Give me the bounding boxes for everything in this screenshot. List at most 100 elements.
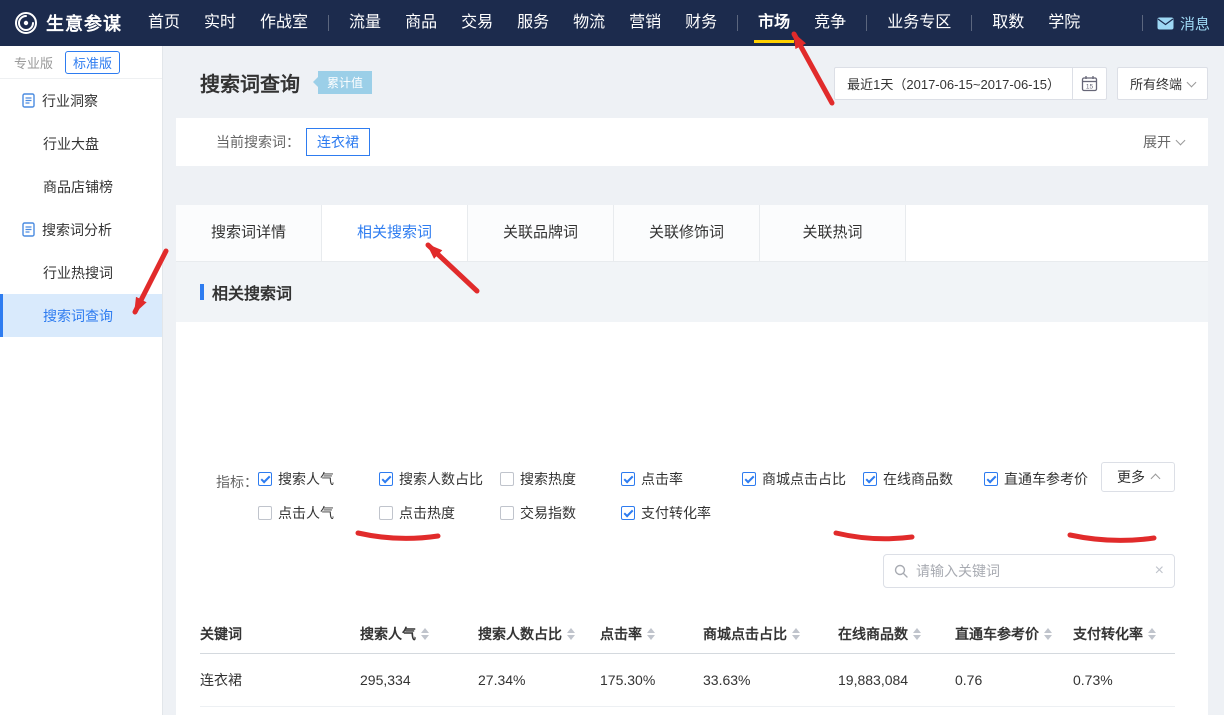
column-header-search-popularity[interactable]: 搜索人气 (360, 624, 478, 644)
column-label: 商城点击占比 (703, 624, 787, 644)
more-button[interactable]: 更多 (1101, 462, 1175, 492)
calendar-icon[interactable]: 15 (1072, 68, 1106, 99)
checkbox-search-popularity[interactable]: 搜索人气 (258, 469, 379, 489)
cell-mall-click-ratio: 33.63% (703, 672, 838, 688)
sidebar-item-industry-insight[interactable]: 行业洞察 (0, 79, 162, 122)
checkbox-icon[interactable] (379, 472, 393, 486)
checkbox-click-popularity[interactable]: 点击人气 (258, 503, 379, 523)
column-header-searcher-ratio[interactable]: 搜索人数占比 (478, 624, 600, 644)
version-tab-standard[interactable]: 标准版 (65, 51, 120, 74)
table-row: 连衣裙 295,334 27.34% 175.30% 33.63% 19,883… (200, 654, 1175, 707)
checkbox-icon[interactable] (742, 472, 756, 486)
checkbox-icon[interactable] (258, 506, 272, 520)
checkbox-icon[interactable] (500, 472, 514, 486)
keyword-search-input[interactable] (916, 563, 1147, 579)
checkbox-payment-conversion[interactable]: 支付转化率 (621, 503, 742, 523)
chevron-down-icon (1176, 136, 1186, 146)
expand-label: 展开 (1143, 132, 1171, 152)
sort-icon[interactable] (1148, 628, 1156, 640)
checkbox-click-rate[interactable]: 点击率 (621, 469, 742, 489)
nav-item-messages[interactable]: 消息 (1180, 13, 1210, 34)
sidebar-item-product-shop-ranking[interactable]: 商品店铺榜 (0, 165, 162, 208)
nav-right: 消息 (1134, 13, 1210, 34)
nav-item-traffic[interactable]: 流量 (337, 0, 393, 46)
version-switcher: 专业版 标准版 (0, 46, 162, 79)
checkbox-search-heat[interactable]: 搜索热度 (500, 469, 621, 489)
checkbox-icon[interactable] (258, 472, 272, 486)
checkbox-label: 支付转化率 (641, 503, 711, 523)
nav-divider (328, 15, 329, 31)
section-header: 相关搜索词 (176, 262, 1208, 322)
checkbox-icon[interactable] (379, 506, 393, 520)
nav-item-market[interactable]: 市场 (746, 0, 802, 46)
nav-item-transactions[interactable]: 交易 (449, 0, 505, 46)
sidebar-item-search-term-query[interactable]: 搜索词查询 (0, 294, 162, 337)
brand[interactable]: 生意参谋 (14, 10, 122, 36)
tab-related-modifier-words[interactable]: 关联修饰词 (614, 205, 760, 261)
checkbox-online-products[interactable]: 在线商品数 (863, 469, 984, 489)
sort-icon[interactable] (792, 628, 800, 640)
nav-item-data-fetch[interactable]: 取数 (980, 0, 1036, 46)
date-range-text: 最近1天（2017-06-15~2017-06-15） (835, 68, 1072, 99)
chevron-up-icon (1151, 474, 1161, 484)
sort-icon[interactable] (567, 628, 575, 640)
nav-item-products[interactable]: 商品 (393, 0, 449, 46)
checkbox-label: 点击热度 (399, 503, 455, 523)
column-header-online-products[interactable]: 在线商品数 (838, 624, 955, 644)
nav-item-logistics[interactable]: 物流 (561, 0, 617, 46)
expand-button[interactable]: 展开 (1143, 132, 1184, 152)
nav-item-services[interactable]: 服务 (505, 0, 561, 46)
checkbox-mall-click-ratio[interactable]: 商城点击占比 (742, 469, 863, 489)
tab-related-search-terms[interactable]: 相关搜索词 (322, 205, 468, 261)
checkbox-click-heat[interactable]: 点击热度 (379, 503, 500, 523)
nav-item-war-room[interactable]: 作战室 (248, 0, 320, 46)
column-header-payment-conversion[interactable]: 支付转化率 (1073, 624, 1175, 644)
checkbox-searcher-ratio[interactable]: 搜索人数占比 (379, 469, 500, 489)
page-title: 搜索词查询 (200, 68, 300, 97)
checkbox-icon[interactable] (500, 506, 514, 520)
nav-item-competition[interactable]: 竞争 (802, 0, 858, 46)
sort-icon[interactable] (421, 628, 429, 640)
tab-search-term-detail[interactable]: 搜索词详情 (176, 205, 322, 261)
nav-item-business-zone[interactable]: 业务专区 (875, 0, 963, 46)
nav-item-finance[interactable]: 财务 (673, 0, 729, 46)
checkbox-icon[interactable] (984, 472, 998, 486)
column-header-mall-click-ratio[interactable]: 商城点击占比 (703, 624, 838, 644)
sidebar-item-industry-overview[interactable]: 行业大盘 (0, 122, 162, 165)
checkbox-label: 商城点击占比 (762, 469, 846, 489)
cell-searcher-ratio: 27.34% (478, 672, 600, 688)
column-header-ztc-reference-price[interactable]: 直通车参考价 (955, 624, 1073, 644)
panel-body: 指标： 搜索人气 搜索人数占比 搜索热度 (176, 322, 1208, 715)
sort-icon[interactable] (647, 628, 655, 640)
chevron-down-icon (1187, 77, 1197, 87)
logo-icon (14, 11, 38, 35)
tab-related-hot-words[interactable]: 关联热词 (760, 205, 906, 261)
checkbox-label: 搜索人数占比 (399, 469, 483, 489)
sidebar-item-industry-hot-search-words[interactable]: 行业热搜词 (0, 251, 162, 294)
checkbox-icon[interactable] (621, 506, 635, 520)
nav-item-academy[interactable]: 学院 (1036, 0, 1092, 46)
keyword-cell: 连衣裙 (200, 670, 360, 690)
sort-icon[interactable] (913, 628, 921, 640)
checkbox-icon[interactable] (621, 472, 635, 486)
column-header-click-rate[interactable]: 点击率 (600, 624, 703, 644)
nav-item-realtime[interactable]: 实时 (192, 0, 248, 46)
checkbox-transaction-index[interactable]: 交易指数 (500, 503, 621, 523)
checkbox-label: 直通车参考价 (1004, 469, 1088, 489)
table-header-row: 关键词 搜索人气 搜索人数占比 点击率 (200, 615, 1175, 654)
tab-related-brand-words[interactable]: 关联品牌词 (468, 205, 614, 261)
checkbox-ztc-reference-price[interactable]: 直通车参考价 (984, 469, 1105, 489)
nav-item-home[interactable]: 首页 (136, 0, 192, 46)
sidebar: 专业版 标准版 行业洞察 行业大盘 商品店铺榜 搜索词分析 行业热搜词 搜索词查… (0, 46, 163, 715)
clear-icon[interactable]: × (1155, 563, 1164, 579)
sidebar-item-search-term-analysis[interactable]: 搜索词分析 (0, 208, 162, 251)
sort-icon[interactable] (1044, 628, 1052, 640)
checkbox-icon[interactable] (863, 472, 877, 486)
current-search-tag[interactable]: 连衣裙 (306, 128, 370, 156)
message-icon[interactable] (1157, 17, 1174, 30)
nav-item-marketing[interactable]: 营销 (617, 0, 673, 46)
terminal-select[interactable]: 所有终端 (1117, 67, 1208, 100)
main-content: 搜索词查询 累计值 最近1天（2017-06-15~2017-06-15） 15… (163, 46, 1224, 715)
date-range-picker[interactable]: 最近1天（2017-06-15~2017-06-15） 15 (834, 67, 1107, 100)
version-tab-pro[interactable]: 专业版 (14, 53, 53, 72)
